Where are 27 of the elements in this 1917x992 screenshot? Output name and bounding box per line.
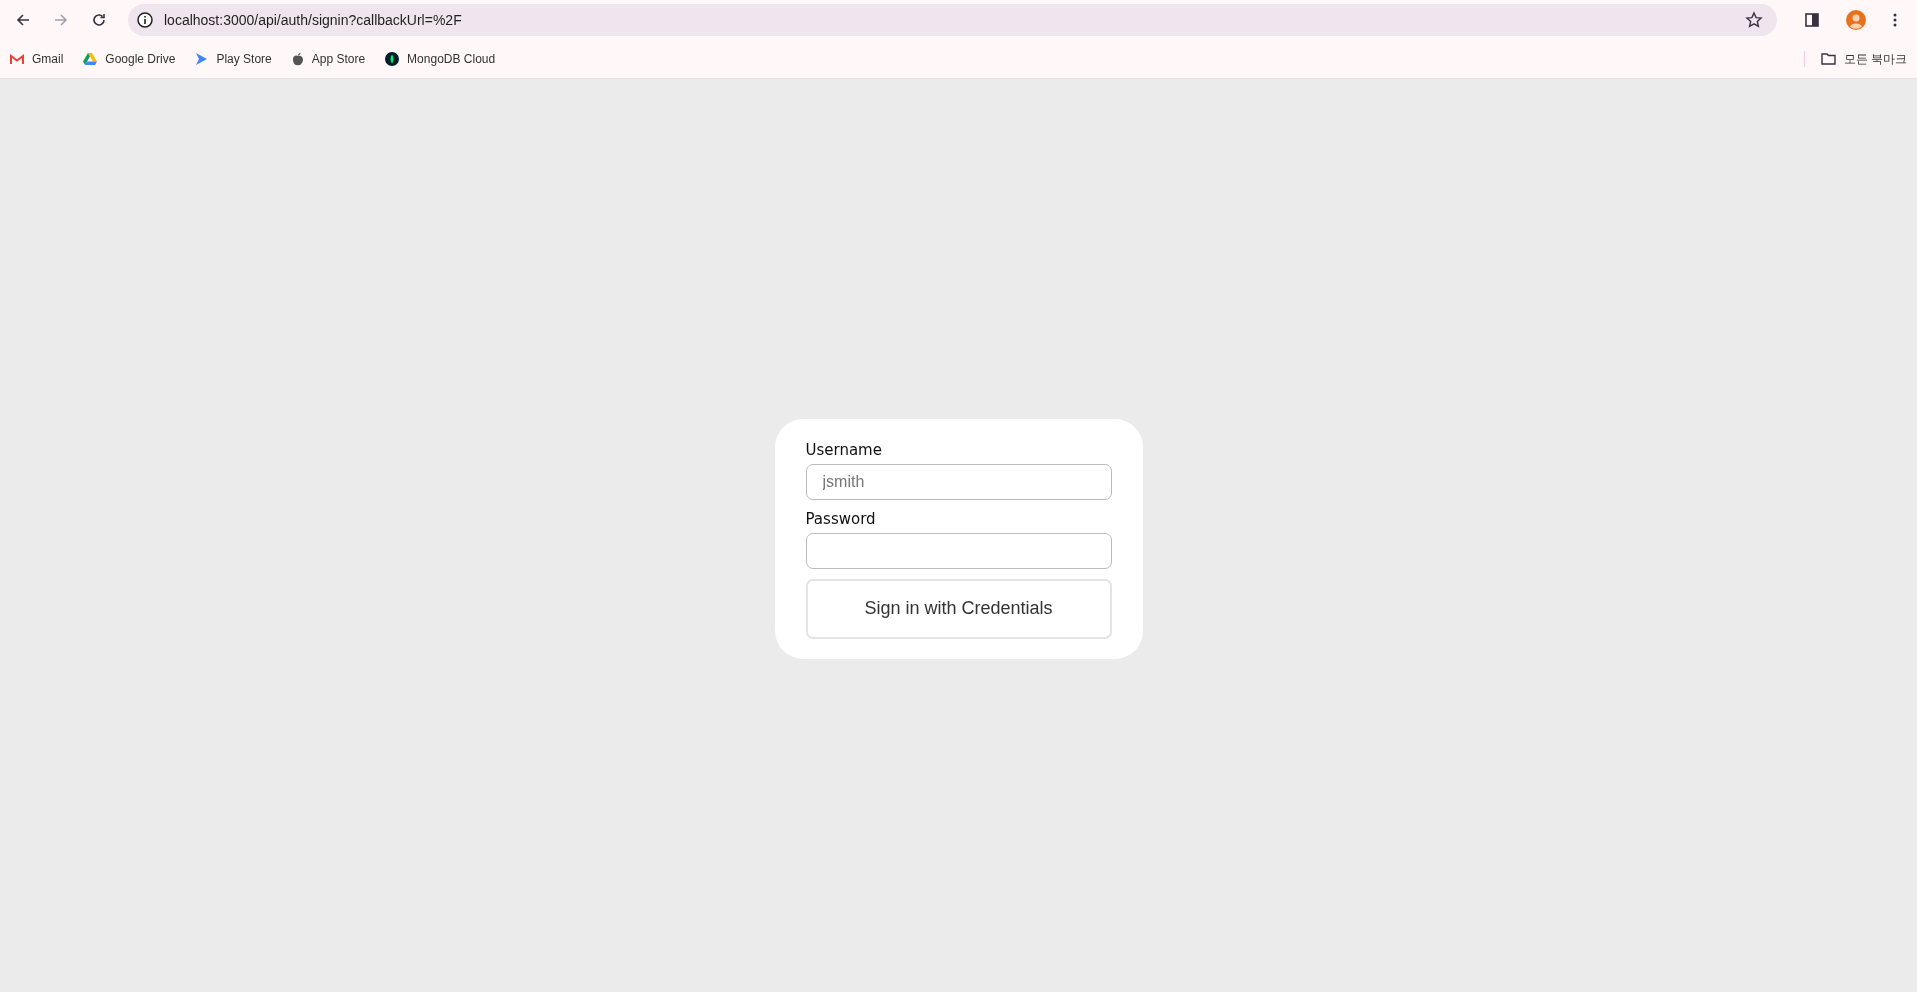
apple-icon xyxy=(291,52,304,66)
input-field[interactable] xyxy=(805,532,1112,569)
mail-icon xyxy=(10,53,24,65)
input-field[interactable]: jsmith xyxy=(805,463,1112,500)
info-icon xyxy=(136,11,154,29)
sign-in-button[interactable]: Sign in with Credentials xyxy=(805,578,1112,639)
triangle-icon xyxy=(83,53,98,65)
bookmark-item[interactable]: Google Drive xyxy=(83,52,176,66)
arrow-play-icon xyxy=(195,52,209,66)
leaf-icon xyxy=(385,52,400,66)
profile-avatar-icon[interactable] xyxy=(1846,10,1866,30)
all-bookmarks-button[interactable]: 모든 북마크 xyxy=(1820,50,1907,68)
arrow-left-icon xyxy=(15,12,31,28)
bookmark-item[interactable]: MongoDB Cloud xyxy=(385,52,496,66)
field-label: Password xyxy=(805,509,877,528)
folder-icon xyxy=(1820,53,1836,65)
star-icon[interactable] xyxy=(1745,11,1763,29)
reload-icon xyxy=(91,12,107,28)
bookmark-item[interactable]: App Store xyxy=(291,52,366,66)
field-label: Username xyxy=(805,440,883,459)
bookmark-item[interactable]: Play Store xyxy=(195,52,272,66)
side-panel-icon[interactable] xyxy=(1804,12,1820,28)
bookmark-item[interactable]: Gmail xyxy=(10,52,64,66)
url-text: localhost:3000/api/auth/signin?callbackUrl=%2F xyxy=(164,12,462,28)
arrow-right-icon xyxy=(53,12,69,28)
menu-icon[interactable] xyxy=(1892,12,1898,28)
address-bar[interactable]: localhost:3000/api/auth/signin?callbackUrl=%2F xyxy=(128,4,1777,36)
